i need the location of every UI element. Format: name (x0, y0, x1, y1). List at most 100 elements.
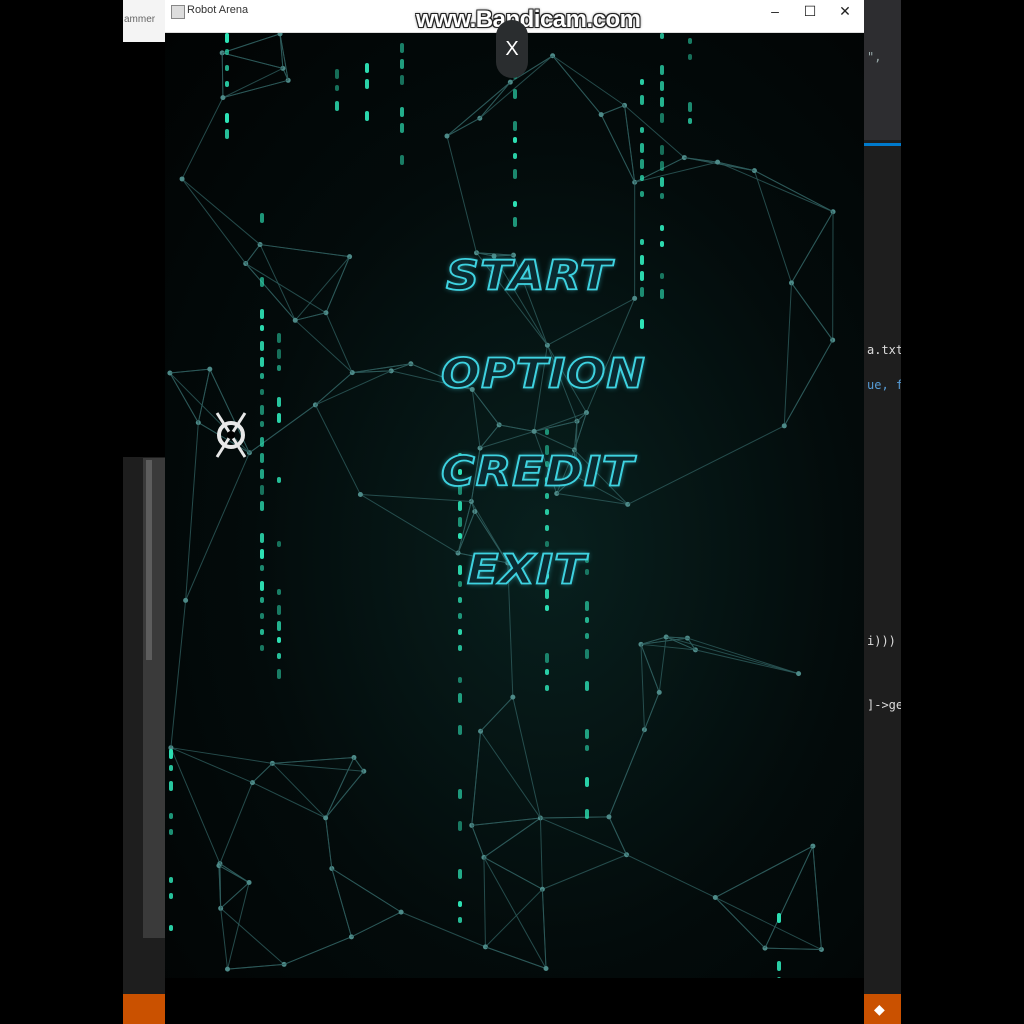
digital-rain-glyph (688, 118, 692, 124)
digital-rain-glyph (225, 81, 229, 87)
digital-rain-glyph (400, 43, 404, 53)
digital-rain-glyph (458, 517, 462, 527)
digital-rain-glyph (400, 75, 404, 85)
network-line (446, 135, 477, 253)
network-line (279, 33, 289, 81)
network-line (540, 817, 627, 856)
digital-rain-glyph (458, 677, 462, 683)
network-line (539, 818, 543, 890)
minimize-icon[interactable]: – (758, 0, 792, 22)
digital-rain-glyph (277, 333, 281, 343)
close-overlay-button[interactable]: X (496, 20, 528, 78)
network-line (227, 882, 250, 970)
network-line (400, 911, 486, 948)
network-line (542, 854, 627, 890)
digital-rain-glyph (585, 729, 589, 739)
network-line (220, 882, 250, 909)
option-button[interactable]: OPTION (440, 348, 646, 398)
network-line (485, 946, 547, 969)
network-node (225, 966, 231, 972)
digital-rain-glyph (277, 397, 281, 407)
network-line (283, 936, 352, 965)
network-background (167, 33, 836, 978)
editor-tab-indicator (864, 143, 901, 146)
network-line (658, 636, 667, 693)
network-mesh (167, 33, 836, 972)
network-line (315, 370, 392, 406)
background-tab: ammer (123, 0, 165, 42)
network-line (197, 368, 211, 423)
digital-rain-glyph (260, 341, 264, 351)
network-line (185, 452, 250, 601)
digital-rain-glyph (277, 365, 281, 371)
digital-rain-glyph (458, 533, 462, 539)
network-line (695, 649, 799, 675)
network-node (510, 694, 516, 700)
network-line (360, 493, 472, 503)
network-line (170, 747, 273, 764)
network-line (483, 817, 541, 858)
network-node (277, 33, 283, 37)
network-line (272, 762, 364, 772)
digital-rain-glyph (640, 143, 644, 153)
digital-rain-glyph (277, 541, 281, 547)
network-line (295, 312, 327, 321)
digital-rain-glyph (260, 213, 264, 223)
digital-rain-glyph (458, 613, 462, 619)
editor-status-bar: ◆ (864, 994, 901, 1024)
exit-button[interactable]: EXIT (466, 544, 586, 594)
network-line (325, 757, 355, 819)
network-node (715, 159, 721, 165)
network-line (185, 422, 199, 601)
digital-rain-glyph (260, 373, 264, 379)
digital-rain-glyph (335, 69, 339, 79)
network-line (181, 178, 247, 264)
network-line (717, 161, 834, 213)
digital-rain-glyph (260, 405, 264, 415)
network-node (543, 965, 549, 971)
network-line (540, 816, 609, 819)
network-line (252, 782, 326, 819)
digital-rain-glyph (585, 649, 589, 659)
digital-rain-glyph (277, 477, 281, 483)
network-node (796, 671, 802, 677)
digital-rain-glyph (640, 127, 644, 133)
network-node (712, 894, 718, 900)
network-node (781, 423, 787, 429)
credit-button[interactable]: CREDIT (440, 446, 634, 496)
digital-rain-glyph (365, 111, 369, 121)
start-button[interactable]: START (445, 250, 612, 300)
network-node (656, 689, 662, 695)
digital-rain-glyph (660, 177, 664, 187)
network-line (479, 81, 511, 119)
digital-rain-glyph (640, 287, 644, 297)
network-line (783, 339, 834, 427)
digital-rain-glyph (260, 613, 264, 619)
digital-rain-glyph (660, 193, 664, 199)
network-line (791, 211, 834, 284)
code-line: ]->ge (867, 698, 901, 712)
network-node (606, 814, 612, 820)
network-line (272, 762, 327, 819)
network-line (600, 114, 636, 183)
digital-rain-glyph (277, 653, 281, 659)
network-line (169, 368, 210, 374)
network-line (353, 757, 365, 772)
digital-rain-glyph (458, 645, 462, 651)
digital-rain-glyph (640, 239, 644, 245)
background-scrollbar-thumb (146, 460, 152, 660)
network-node (632, 295, 638, 301)
network-line (249, 404, 316, 454)
digital-rain-glyph (260, 389, 264, 395)
network-line (626, 854, 716, 898)
maximize-icon[interactable]: ☐ (793, 0, 827, 22)
digital-rain-glyph (458, 693, 462, 703)
network-line (220, 908, 229, 970)
digital-rain-glyph (458, 725, 462, 735)
window-close-icon[interactable]: ✕ (828, 0, 862, 22)
app-icon (171, 5, 185, 19)
network-line (314, 404, 361, 495)
network-line (245, 263, 296, 321)
digital-rain-glyph (640, 271, 644, 281)
digital-rain-glyph (277, 621, 281, 631)
